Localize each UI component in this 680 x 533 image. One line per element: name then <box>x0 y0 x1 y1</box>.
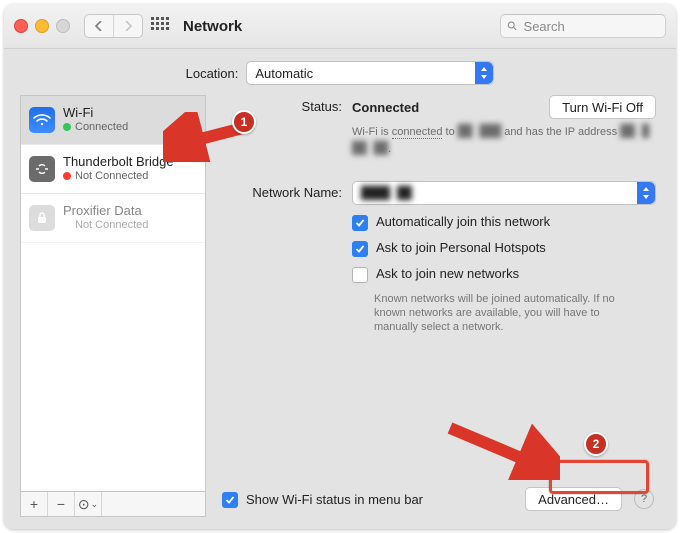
show-menubar-checkbox[interactable] <box>222 492 238 508</box>
wifi-icon <box>29 107 55 133</box>
sidebar-item-label: Wi-Fi <box>63 106 128 121</box>
minimize-icon[interactable] <box>35 19 49 33</box>
search-input[interactable] <box>522 18 659 35</box>
location-popup[interactable]: Automatic <box>246 61 494 85</box>
status-value: Connected <box>352 100 419 115</box>
back-button[interactable] <box>85 15 114 37</box>
search-icon <box>507 20 518 32</box>
sidebar: Wi-Fi Connected Thunderbolt Bridge Not C… <box>20 95 206 517</box>
lock-icon <box>29 205 55 231</box>
close-icon[interactable] <box>14 19 28 33</box>
window: Network Location: Automatic <box>4 4 676 529</box>
status-subtext: Wi-Fi is connected to ██ ███ and has the… <box>352 123 656 157</box>
redacted-ssid: ██ ███ <box>458 124 501 138</box>
body: Location: Automatic Wi-Fi Con <box>4 49 676 529</box>
location-label: Location: <box>186 66 239 81</box>
help-button[interactable]: ? <box>634 489 654 509</box>
redacted-network-name: ████ ██ <box>361 186 412 200</box>
sidebar-tools: + − ⊙⌄ <box>20 491 206 517</box>
advanced-button[interactable]: Advanced… <box>525 487 622 511</box>
add-interface-button[interactable]: + <box>21 492 48 516</box>
traffic-lights <box>14 19 70 33</box>
remove-interface-button[interactable]: − <box>48 492 75 516</box>
actions-menu-button[interactable]: ⊙⌄ <box>75 492 102 516</box>
sidebar-item-label: Proxifier Data <box>63 204 148 219</box>
auto-join-checkbox[interactable] <box>352 215 368 231</box>
footer-row: Show Wi-Fi status in menu bar Advanced… … <box>220 481 656 517</box>
network-name-label: Network Name: <box>220 181 352 200</box>
location-value: Automatic <box>255 66 313 81</box>
status-label: Status: <box>220 95 352 114</box>
ask-new-label: Ask to join new networks <box>376 266 519 281</box>
zoom-icon[interactable] <box>56 19 70 33</box>
ask-hotspots-label: Ask to join Personal Hotspots <box>376 240 546 255</box>
status-dot-green-icon <box>63 123 71 131</box>
ask-new-checkbox[interactable] <box>352 267 368 283</box>
forward-button[interactable] <box>114 15 142 37</box>
sidebar-item-proxifier[interactable]: Proxifier Data Not Connected <box>21 194 205 243</box>
ask-new-help: Known networks will be joined automatica… <box>374 292 644 335</box>
thunderbolt-icon <box>29 156 55 182</box>
search-field[interactable] <box>500 14 666 38</box>
show-menubar-label: Show Wi-Fi status in menu bar <box>246 492 423 507</box>
sidebar-item-wifi[interactable]: Wi-Fi Connected <box>21 96 205 145</box>
turn-wifi-off-button[interactable]: Turn Wi-Fi Off <box>549 95 656 119</box>
popup-arrows-icon <box>637 182 655 204</box>
auto-join-label: Automatically join this network <box>376 214 550 229</box>
popup-arrows-icon <box>475 62 493 84</box>
detail-pane: Status: Connected Turn Wi-Fi Off Wi-Fi i… <box>220 95 660 517</box>
window-title: Network <box>183 18 242 35</box>
sidebar-item-label: Thunderbolt Bridge <box>63 155 174 170</box>
toolbar: Network <box>4 4 676 49</box>
nav-controls <box>84 14 143 38</box>
network-name-popup[interactable]: ████ ██ <box>352 181 656 205</box>
show-all-button[interactable] <box>151 17 169 35</box>
location-row: Location: Automatic <box>4 49 676 95</box>
status-dot-red-icon <box>63 172 71 180</box>
sidebar-list: Wi-Fi Connected Thunderbolt Bridge Not C… <box>20 95 206 491</box>
sidebar-item-thunderbolt[interactable]: Thunderbolt Bridge Not Connected <box>21 145 205 194</box>
ask-hotspots-checkbox[interactable] <box>352 241 368 257</box>
main-area: Wi-Fi Connected Thunderbolt Bridge Not C… <box>4 95 676 529</box>
